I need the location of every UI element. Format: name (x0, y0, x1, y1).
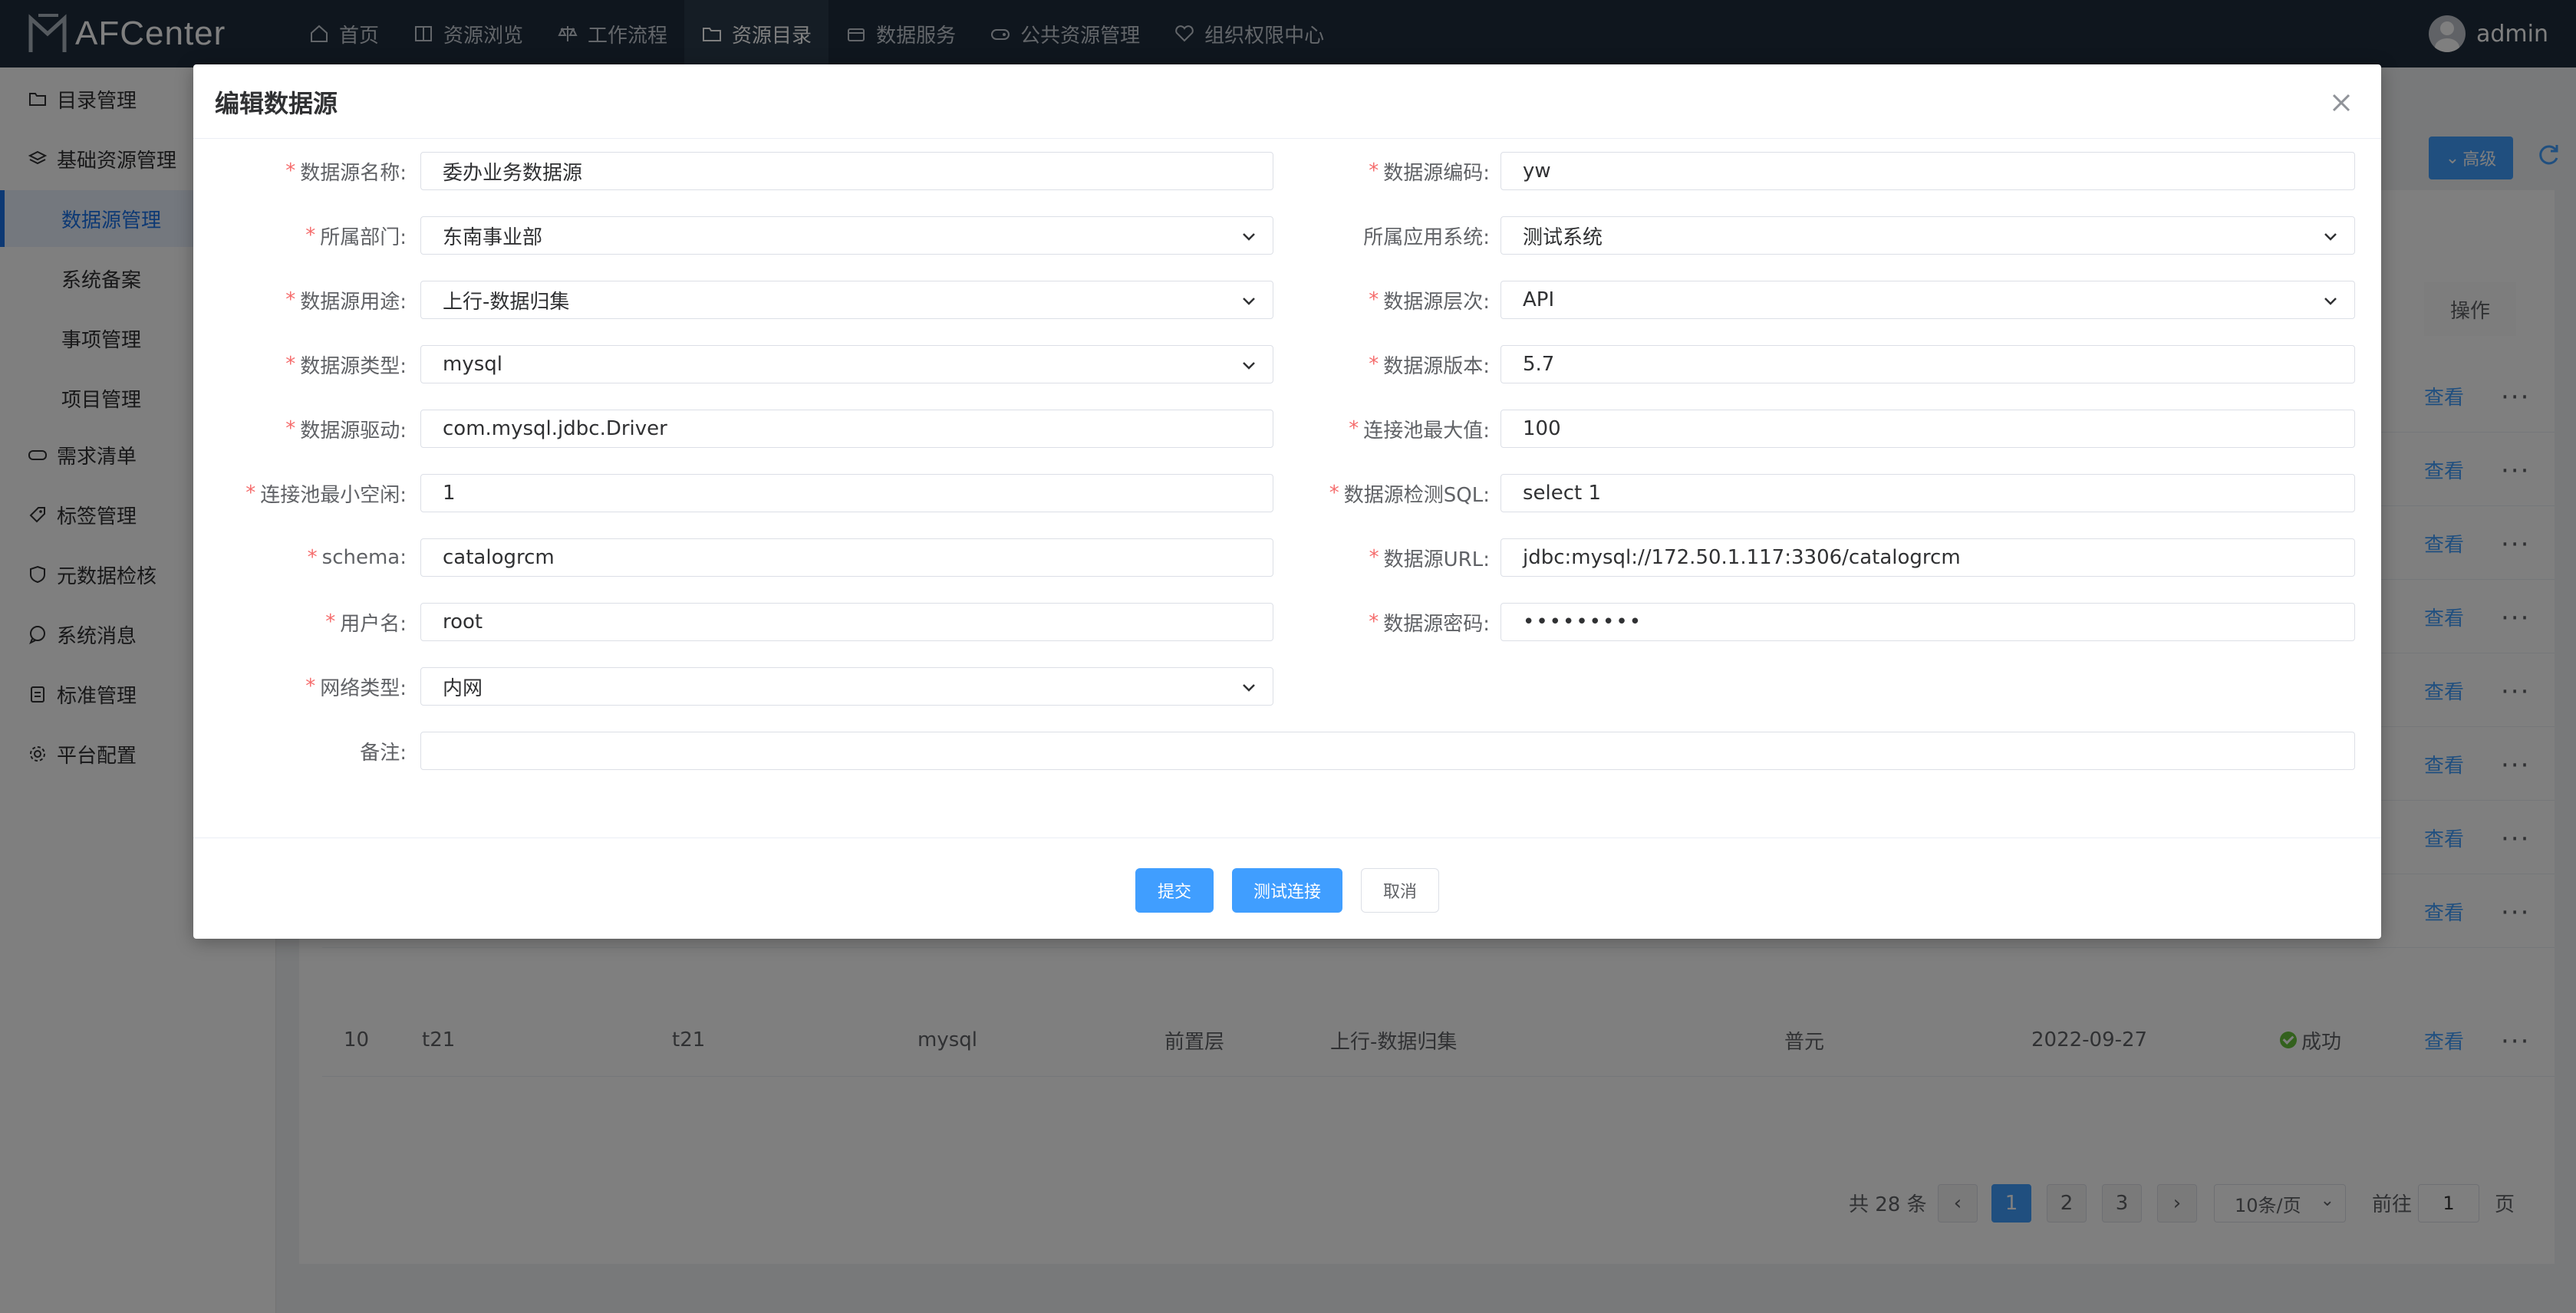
schema-label: * schema: (307, 546, 407, 569)
purpose-select[interactable]: 上行-数据归集 (420, 281, 1273, 319)
chevron-down-icon (1243, 362, 1255, 370)
test-connection-button[interactable]: 测试连接 (1232, 868, 1342, 913)
ds-type-value: mysql (443, 353, 502, 376)
dialog-title: 编辑数据源 (215, 89, 338, 118)
ds-type-label: * 数据源类型: (285, 353, 407, 378)
network-label: * 网络类型: (305, 675, 407, 700)
close-icon[interactable] (2329, 90, 2354, 115)
submit-button[interactable]: 提交 (1135, 868, 1214, 913)
dept-value: 东南事业部 (443, 225, 543, 249)
driver-input[interactable]: com.mysql.jdbc.Driver (420, 410, 1273, 448)
pool-max-label: * 连接池最大值: (1349, 417, 1490, 443)
username-label: * 用户名: (325, 610, 407, 636)
ds-version-input[interactable]: 5.7 (1500, 345, 2355, 383)
layer-select[interactable]: API (1500, 281, 2355, 319)
chevron-down-icon (1243, 233, 1255, 241)
remark-label: 备注: (360, 741, 407, 765)
ds-code-input[interactable]: yw (1500, 152, 2355, 190)
dept-select[interactable]: 东南事业部 (420, 216, 1273, 255)
dialog-header-divider (193, 138, 2381, 139)
network-value: 内网 (443, 676, 483, 700)
ds-version-label: * 数据源版本: (1369, 353, 1490, 378)
purpose-label: * 数据源用途: (285, 288, 407, 314)
password-input[interactable]: ••••••••• (1500, 603, 2355, 641)
app-system-value: 测试系统 (1523, 225, 1603, 249)
ds-name-label: * 数据源名称: (285, 160, 407, 185)
username-input[interactable]: root (420, 603, 1273, 641)
cancel-button[interactable]: 取消 (1361, 868, 1439, 913)
dept-label: * 所属部门: (305, 224, 407, 249)
ds-type-select[interactable]: mysql (420, 345, 1273, 383)
layer-value: API (1523, 288, 1555, 311)
purpose-value: 上行-数据归集 (443, 290, 570, 314)
dialog-footer-divider (193, 837, 2381, 838)
app-system-select[interactable]: 测试系统 (1500, 216, 2355, 255)
pool-max-input[interactable]: 100 (1500, 410, 2355, 448)
chevron-down-icon (1243, 684, 1255, 692)
app-system-label: 所属应用系统: (1363, 225, 1490, 249)
ds-code-label: * 数据源编码: (1369, 160, 1490, 185)
check-sql-label: * 数据源检测SQL: (1329, 482, 1490, 507)
check-sql-input[interactable]: select 1 (1500, 474, 2355, 512)
layer-label: * 数据源层次: (1369, 288, 1490, 314)
chevron-down-icon (2324, 233, 2337, 241)
schema-input[interactable]: catalogrcm (420, 538, 1273, 577)
url-input[interactable]: jdbc:mysql://172.50.1.117:3306/catalogrc… (1500, 538, 2355, 577)
remark-input[interactable] (420, 732, 2355, 770)
password-label: * 数据源密码: (1369, 610, 1490, 636)
url-label: * 数据源URL: (1369, 546, 1490, 571)
network-select[interactable]: 内网 (420, 667, 1273, 706)
ds-name-input[interactable]: 委办业务数据源 (420, 152, 1273, 190)
chevron-down-icon (1243, 298, 1255, 305)
pool-min-idle-label: * 连接池最小空闲: (245, 482, 407, 507)
edit-datasource-dialog: 编辑数据源 * 数据源名称: 委办业务数据源 * 数据源编码: yw * 所属部门: … (193, 64, 2381, 939)
chevron-down-icon (2324, 298, 2337, 305)
driver-label: * 数据源驱动: (285, 417, 407, 443)
pool-min-idle-input[interactable]: 1 (420, 474, 1273, 512)
